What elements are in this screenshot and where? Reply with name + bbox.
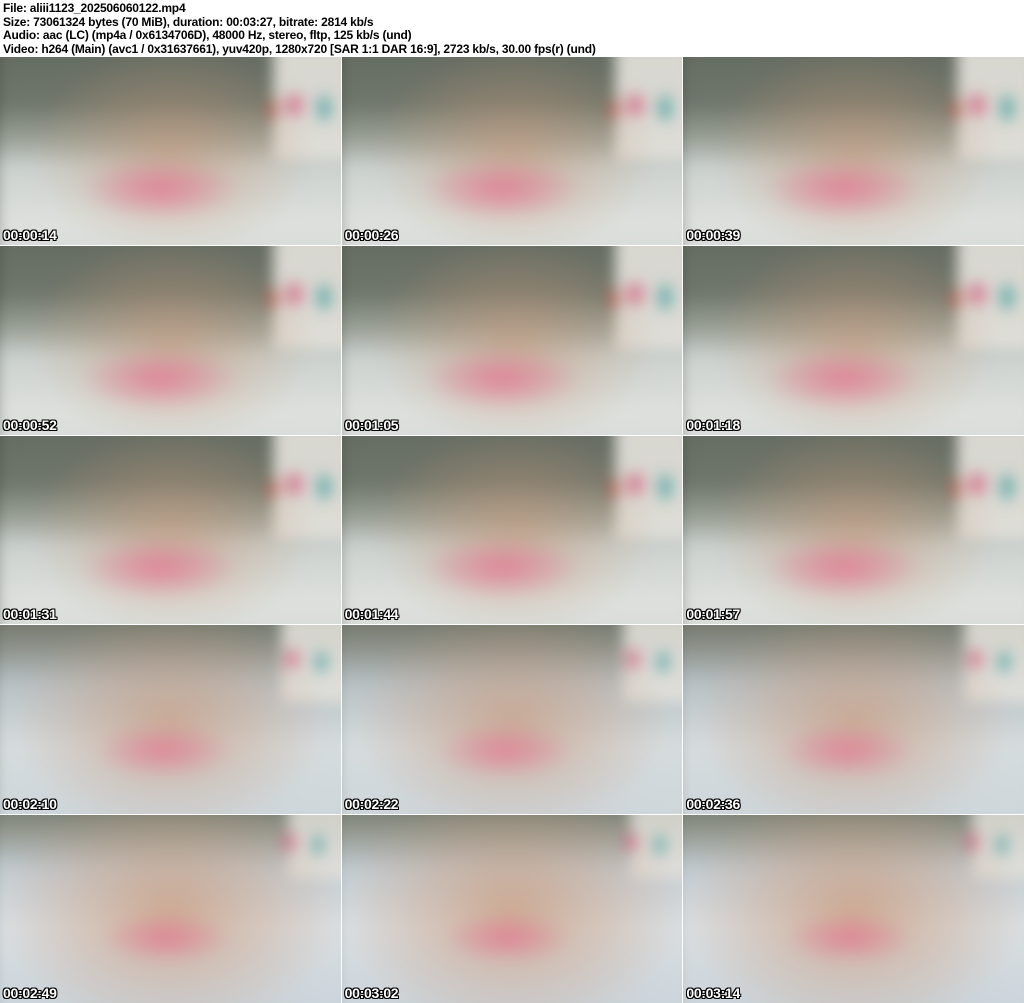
frame-image bbox=[341, 435, 683, 625]
frame-image bbox=[0, 814, 341, 1003]
video-thumbnail[interactable]: 00:03:14 bbox=[683, 814, 1024, 1003]
video-thumbnail[interactable]: 00:01:57 bbox=[683, 435, 1024, 625]
thumbnail-grid: 00:00:14 00:00:26 00:00:39 00:00:52 00:0… bbox=[0, 57, 1024, 1003]
video-info-line: Video: h264 (Main) (avc1 / 0x31637661), … bbox=[3, 41, 596, 56]
video-thumbnail[interactable]: 00:00:52 bbox=[0, 246, 341, 435]
timestamp-overlay: 00:02:36 bbox=[686, 795, 740, 812]
frame-image bbox=[683, 57, 1024, 246]
frame-image bbox=[341, 246, 683, 435]
frame-image bbox=[341, 625, 683, 814]
frame-image bbox=[341, 57, 683, 246]
frame-image bbox=[0, 246, 341, 435]
timestamp-overlay: 00:02:49 bbox=[3, 984, 57, 1001]
frame-image bbox=[0, 57, 341, 246]
timestamp-overlay: 00:01:05 bbox=[344, 416, 399, 433]
video-thumbnail[interactable]: 00:02:22 bbox=[341, 625, 683, 814]
frame-image bbox=[0, 625, 341, 814]
timestamp-overlay: 00:03:14 bbox=[686, 984, 740, 1001]
video-thumbnail[interactable]: 00:01:18 bbox=[683, 246, 1024, 435]
video-thumbnail[interactable]: 00:02:49 bbox=[0, 814, 341, 1003]
timestamp-overlay: 00:03:02 bbox=[344, 984, 399, 1001]
timestamp-overlay: 00:01:31 bbox=[3, 606, 57, 623]
timestamp-overlay: 00:01:18 bbox=[686, 416, 740, 433]
video-thumbnail[interactable]: 00:03:02 bbox=[341, 814, 683, 1003]
frame-image bbox=[0, 435, 341, 625]
frame-image bbox=[341, 814, 683, 1003]
timestamp-overlay: 00:02:22 bbox=[344, 795, 399, 812]
timestamp-overlay: 00:00:26 bbox=[344, 227, 399, 244]
video-contact-sheet: File: aliii1123_202506060122.mp4 Size: 7… bbox=[0, 0, 1024, 1003]
file-size-line: Size: 73061324 bytes (70 MiB), duration:… bbox=[3, 14, 374, 29]
metadata-header: File: aliii1123_202506060122.mp4 Size: 7… bbox=[0, 0, 1024, 57]
video-thumbnail[interactable]: 00:01:44 bbox=[341, 435, 683, 625]
audio-info-line: Audio: aac (LC) (mp4a / 0x6134706D), 480… bbox=[3, 28, 412, 42]
video-thumbnail[interactable]: 00:01:31 bbox=[0, 435, 341, 625]
video-thumbnail[interactable]: 00:00:26 bbox=[341, 57, 683, 246]
timestamp-overlay: 00:01:44 bbox=[344, 606, 399, 623]
frame-image bbox=[683, 246, 1024, 435]
video-thumbnail[interactable]: 00:02:36 bbox=[683, 625, 1024, 814]
timestamp-overlay: 00:00:39 bbox=[686, 227, 740, 244]
timestamp-overlay: 00:00:52 bbox=[3, 416, 57, 433]
frame-image bbox=[683, 435, 1024, 625]
timestamp-overlay: 00:00:14 bbox=[3, 227, 57, 244]
video-thumbnail[interactable]: 00:00:14 bbox=[0, 57, 341, 246]
video-thumbnail[interactable]: 00:02:10 bbox=[0, 625, 341, 814]
frame-image bbox=[683, 625, 1024, 814]
timestamp-overlay: 00:02:10 bbox=[3, 795, 57, 812]
video-thumbnail[interactable]: 00:00:39 bbox=[683, 57, 1024, 246]
video-thumbnail[interactable]: 00:01:05 bbox=[341, 246, 683, 435]
file-name-line: File: aliii1123_202506060122.mp4 bbox=[3, 1, 186, 15]
frame-image bbox=[683, 814, 1024, 1003]
timestamp-overlay: 00:01:57 bbox=[686, 606, 740, 623]
